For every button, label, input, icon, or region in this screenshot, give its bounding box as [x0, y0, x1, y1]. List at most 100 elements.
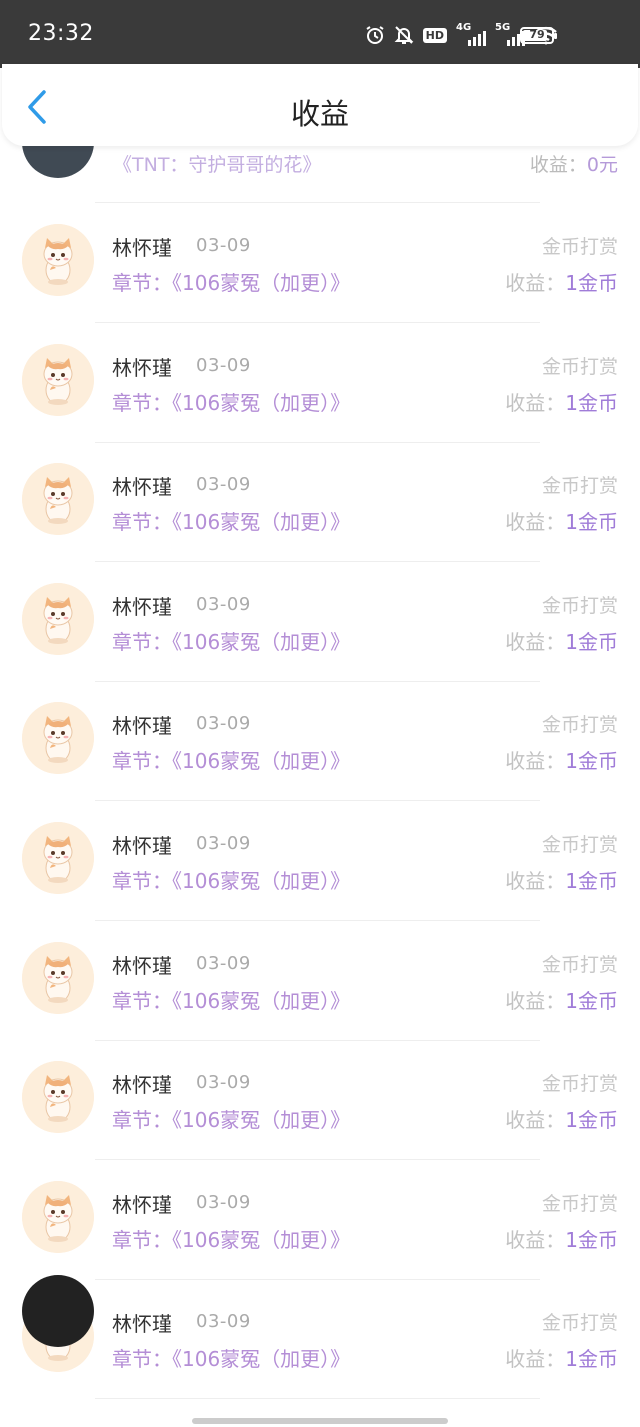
earning-amount: 收益：1金币 [505, 1343, 618, 1372]
reward-type: 金币打赏 [541, 236, 618, 258]
cat-avatar-icon [22, 1181, 94, 1253]
signal-4g-icon: 4G [456, 22, 486, 46]
earning-value: 1金币 [565, 1108, 618, 1132]
username: 林怀瑾 [112, 954, 172, 978]
earning-value: 1金币 [565, 749, 618, 773]
bell-off-icon [394, 23, 414, 47]
username: 林怀瑾 [112, 236, 172, 260]
earning-label: 收益： [505, 391, 566, 415]
chapter-title: 章节：《106蒙冤（加更）》 [112, 989, 351, 1013]
earning-amount: 收益：1金币 [505, 1224, 618, 1253]
date: 03-09 [196, 1311, 251, 1332]
username: 林怀瑾 [112, 1073, 172, 1097]
username: 林怀瑾 [112, 475, 172, 499]
earning-value: 1金币 [565, 989, 618, 1013]
earning-value: 1金币 [565, 271, 618, 295]
username: 林怀瑾 [112, 1312, 172, 1336]
earning-amount: 收益：1金币 [505, 985, 618, 1014]
earning-amount: 收益：1金币 [505, 267, 618, 296]
avatar[interactable] [22, 1181, 94, 1253]
list-item-partial[interactable]: 《TNT：守护哥哥的花》 收益：0元 [0, 146, 640, 202]
avatar[interactable] [22, 1061, 94, 1133]
date: 03-09 [196, 594, 251, 615]
list-item[interactable]: 林怀瑾 03-09 章节：《106蒙冤（加更）》 金币打赏 收益：1金币 [0, 802, 640, 922]
earning-value: 1金币 [565, 630, 618, 654]
list-item[interactable]: 林怀瑾 03-09 章节：《106蒙冤（加更）》 金币打赏收益：1金币 [0, 922, 640, 1042]
cat-avatar-icon [22, 344, 94, 416]
avatar-partial [22, 1275, 94, 1347]
avatar[interactable] [22, 583, 94, 655]
battery-level: 79 [529, 28, 545, 41]
username: 林怀瑾 [112, 1193, 172, 1217]
reward-type: 金币打赏 [541, 1073, 618, 1095]
chapter-title: 章节：《106蒙冤（加更）》 [112, 1228, 351, 1252]
avatar[interactable] [22, 702, 94, 774]
list-item[interactable]: 林怀瑾 03-09 章节：《106蒙冤（加更）》 金币打赏收益：1金币 [0, 563, 640, 683]
divider [95, 1159, 540, 1160]
reward-type: 金币打赏 [541, 595, 618, 617]
earning-amount: 收益：1金币 [505, 506, 618, 535]
earning-value: 1金币 [565, 1228, 618, 1252]
divider [95, 1398, 540, 1399]
chapter-title: 章节：《106蒙冤（加更）》 [112, 391, 351, 415]
divider [95, 920, 540, 921]
chapter-title: 《TNT：守护哥哥的花》 [113, 154, 322, 176]
earning-label: 收益： [505, 1108, 566, 1132]
list-item[interactable]: 林怀瑾 03-09 章节：《106蒙冤（加更）》 金币打赏收益：1金币 [0, 682, 640, 802]
earning-amount: 收益：1金币 [505, 626, 618, 655]
date: 03-09 [196, 355, 251, 376]
username: 林怀瑾 [112, 834, 172, 858]
divider [95, 561, 540, 562]
avatar[interactable] [22, 344, 94, 416]
avatar[interactable] [22, 463, 94, 535]
cat-avatar-icon [22, 224, 94, 296]
list-item[interactable]: 林怀瑾 03-09 章节：《106蒙冤（加更）》 金币打赏收益：1金币 [0, 1161, 640, 1281]
username: 林怀瑾 [112, 356, 172, 380]
chapter-title: 章节：《106蒙冤（加更）》 [112, 630, 351, 654]
date: 03-09 [196, 1192, 251, 1213]
list-item[interactable]: 林怀瑾 03-09 章节：《106蒙冤（加更）》 金币打赏 收益：1金币 [0, 1280, 640, 1400]
chapter-title: 章节：《106蒙冤（加更）》 [112, 749, 351, 773]
list-item[interactable]: 林怀瑾 03-09 章节：《106蒙冤（加更）》 金币打赏 收益：1金币 [0, 443, 640, 563]
divider [95, 800, 540, 801]
username: 林怀瑾 [112, 595, 172, 619]
chapter-title: 章节：《106蒙冤（加更）》 [112, 1108, 351, 1132]
chapter-title: 章节：《106蒙冤（加更）》 [112, 271, 351, 295]
date: 03-09 [196, 713, 251, 734]
reward-type: 金币打赏 [541, 714, 618, 736]
hd-icon: HD [422, 23, 447, 47]
reward-type: 金币打赏 [541, 954, 618, 976]
divider [95, 202, 540, 203]
list-item[interactable]: 林怀瑾 03-09 章节：《106蒙冤（加更）》 金币打赏 收益：1金币 [0, 204, 640, 324]
avatar [22, 146, 94, 178]
list-item[interactable]: 林怀瑾 03-09 章节：《106蒙冤（加更）》 金币打赏收益：1金币 [0, 1041, 640, 1161]
earning-amount: 收益：0元 [529, 154, 618, 176]
date: 03-09 [196, 953, 251, 974]
reward-type: 金币打赏 [541, 356, 618, 378]
avatar[interactable] [22, 224, 94, 296]
cat-avatar-icon [22, 463, 94, 535]
earning-label: 收益： [505, 749, 566, 773]
earning-amount: 收益：1金币 [505, 387, 618, 416]
earning-label: 收益： [505, 510, 566, 534]
earning-label: 收益： [505, 1228, 566, 1252]
earnings-list[interactable]: 《TNT：守护哥哥的花》 收益：0元 林怀瑾 03-09 章节：《106蒙冤（加更）… [0, 146, 640, 1427]
earning-label: 收益： [505, 630, 566, 654]
cat-avatar-icon [22, 583, 94, 655]
reward-type: 金币打赏 [541, 475, 618, 497]
page-title: 收益 [290, 97, 349, 131]
home-indicator[interactable] [192, 1418, 448, 1424]
earning-label: 收益： [505, 271, 566, 295]
cat-avatar-icon [22, 702, 94, 774]
date: 03-09 [196, 833, 251, 854]
date: 03-09 [196, 1072, 251, 1093]
status-bar: 23:32 HD 4G 5G 79 [0, 0, 640, 68]
username: 林怀瑾 [112, 714, 172, 738]
avatar[interactable] [22, 822, 94, 894]
alarm-icon [365, 23, 385, 47]
earning-label: 收益： [505, 989, 566, 1013]
avatar[interactable] [22, 942, 94, 1014]
earning-amount: 收益：1金币 [505, 745, 618, 774]
list-item[interactable]: 林怀瑾 03-09 章节：《106蒙冤（加更）》 金币打赏收益：1金币 [0, 324, 640, 444]
reward-type: 金币打赏 [541, 1193, 618, 1215]
